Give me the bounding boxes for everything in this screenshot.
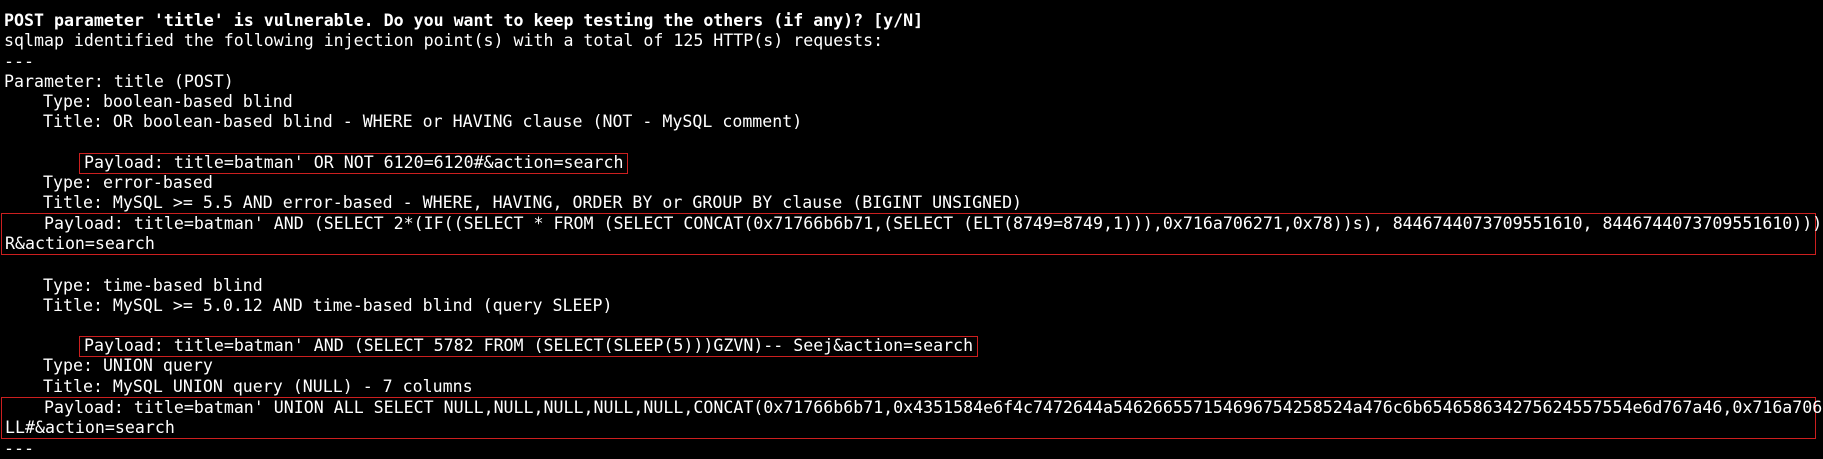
injection-type-union: Type: UNION query xyxy=(43,356,213,376)
injection-title-boolean: Title: OR boolean-based blind - WHERE or… xyxy=(43,112,803,132)
injection-title-time: Title: MySQL >= 5.0.12 AND time-based bl… xyxy=(43,295,613,315)
injection-type-error: Type: error-based xyxy=(43,172,213,192)
parameter-heading: Parameter: title (POST) xyxy=(4,71,234,91)
injection-summary: sqlmap identified the following injectio… xyxy=(4,31,884,51)
payload-highlight-union[interactable]: Payload: title=batman' UNION ALL SELECT … xyxy=(1,396,1823,440)
terminal-output: POST parameter 'title' is vulnerable. Do… xyxy=(1,0,1823,459)
separator-bottom: --- xyxy=(4,439,34,459)
injection-type-time: Type: time-based blind xyxy=(43,275,263,295)
payload-line-error-1: Payload: title=batman' AND (SELECT 2*(IF… xyxy=(44,214,1823,234)
payload-line-union-1: Payload: title=batman' UNION ALL SELECT … xyxy=(44,397,1823,417)
payload-highlight-boolean[interactable]: Payload: title=batman' OR NOT 6120=6120#… xyxy=(78,152,629,174)
separator-top: --- xyxy=(4,51,34,71)
injection-title-union: Title: MySQL UNION query (NULL) - 7 colu… xyxy=(43,376,473,396)
injection-title-error: Title: MySQL >= 5.5 AND error-based - WH… xyxy=(43,192,1023,212)
payload-line-error-2: R&action=search xyxy=(5,234,155,254)
injection-payload-row-boolean: Payload: title=batman' OR NOT 6120=6120#… xyxy=(4,132,1819,174)
payload-highlight-error[interactable]: Payload: title=batman' AND (SELECT 2*(IF… xyxy=(1,213,1823,256)
terminal-cut-line xyxy=(4,0,1819,11)
payload-line-union-2: LL#&action=search xyxy=(5,417,175,437)
injection-type-boolean: Type: boolean-based blind xyxy=(43,91,293,111)
payload-highlight-time[interactable]: Payload: title=batman' AND (SELECT 5782 … xyxy=(78,336,979,358)
injection-payload-row-time: Payload: title=batman' AND (SELECT 5782 … xyxy=(4,316,1819,358)
